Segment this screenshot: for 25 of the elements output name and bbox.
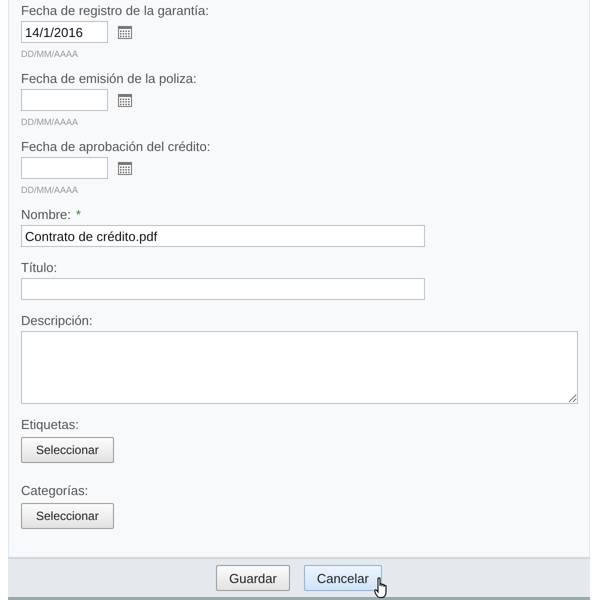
field-label: Descripción: (21, 313, 93, 329)
calendar-icon[interactable] (118, 162, 132, 174)
field-label: Fecha de emisión de la poliza: (21, 71, 197, 87)
calendar-icon[interactable] (118, 26, 132, 38)
field-label: Categorías: (21, 483, 88, 499)
calendar-icon[interactable] (118, 94, 132, 106)
text-field[interactable]: Contrato de crédito.pdf (21, 225, 425, 247)
text-field[interactable] (21, 278, 425, 300)
field-label: Nombre: (21, 207, 71, 223)
required-mark: * (76, 207, 81, 223)
field-label: Etiquetas: (21, 417, 79, 433)
date-field[interactable]: 14/1/2016 (21, 21, 108, 43)
cancel-button[interactable]: Cancelar (304, 565, 382, 591)
save-button[interactable]: Guardar (216, 565, 290, 591)
date-field[interactable] (21, 157, 108, 179)
date-field[interactable] (21, 89, 108, 111)
select-button[interactable]: Seleccionar (21, 503, 114, 529)
field-label: Fecha de aprobación del crédito: (21, 139, 210, 155)
field-label: Título: (21, 260, 58, 276)
field-label: Fecha de registro de la garantía: (21, 3, 209, 19)
text-area[interactable] (21, 331, 578, 404)
format-hint: DD/MM/AAAA (21, 49, 78, 60)
format-hint: DD/MM/AAAA (21, 117, 78, 128)
format-hint: DD/MM/AAAA (21, 185, 78, 196)
select-button[interactable]: Seleccionar (21, 437, 114, 463)
